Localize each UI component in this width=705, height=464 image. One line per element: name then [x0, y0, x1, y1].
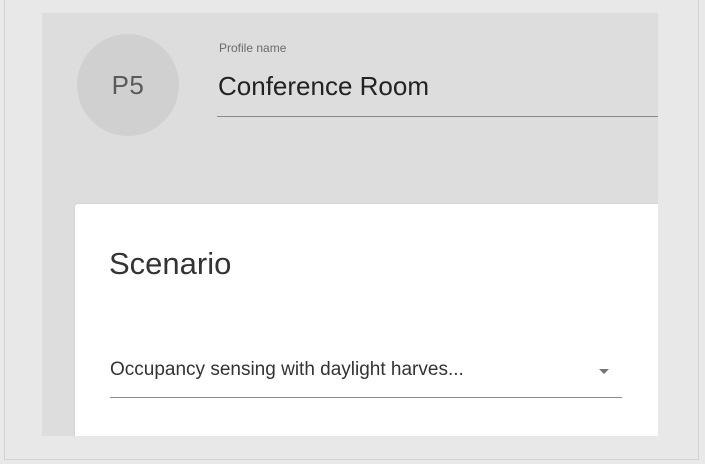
avatar-initials: P5: [111, 69, 145, 100]
scenario-select[interactable]: Occupancy sensing with daylight harves..…: [110, 354, 622, 400]
scenario-card: Scenario Occupancy sensing with daylight…: [75, 204, 658, 436]
scenario-select-underline: [110, 397, 622, 398]
profile-name-label: Profile name: [219, 41, 287, 55]
dropdown-arrow-icon[interactable]: [599, 369, 609, 374]
profile-name-field[interactable]: Profile name Conference Room: [217, 35, 658, 119]
profile-name-input[interactable]: Conference Room: [218, 71, 429, 102]
profile-panel: P5 Profile name Conference Room Scenario…: [42, 13, 658, 436]
scenario-title: Scenario: [109, 246, 232, 281]
scenario-selected-value[interactable]: Occupancy sensing with daylight harves..…: [110, 359, 464, 381]
profile-name-underline: [217, 116, 658, 117]
profile-avatar: P5: [77, 34, 179, 136]
